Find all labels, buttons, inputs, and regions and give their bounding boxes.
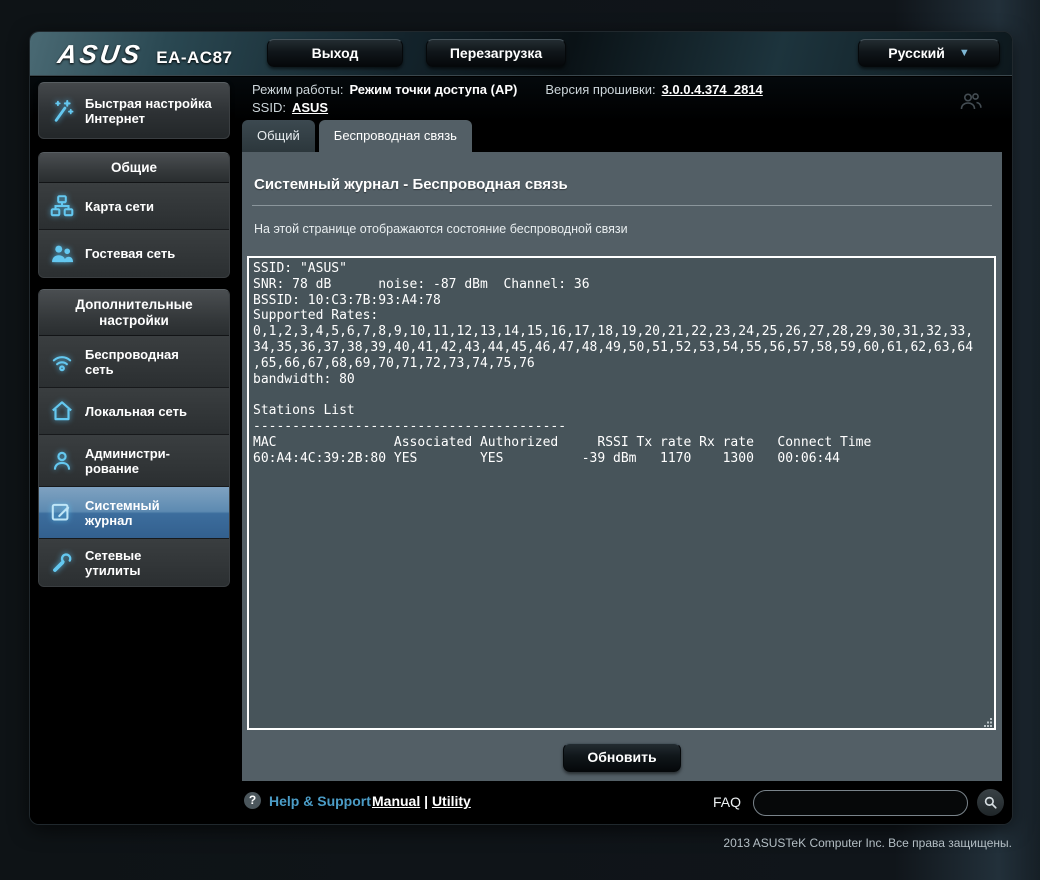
mode-row: Режим работы: Режим точки доступа (AP) Вер… — [252, 82, 763, 97]
faq-label: FAQ — [713, 794, 742, 810]
tab-bar: Общий Беспроводная связь — [242, 120, 472, 152]
sidebar-item-system-log[interactable]: Системный журнал — [39, 487, 229, 539]
ssid-row: SSID: ASUS — [252, 100, 328, 115]
header-band: ASUS EA-AC87 Выход Перезагрузка Русский … — [30, 32, 1012, 76]
sidebar-item-label: Гостевая сеть — [85, 246, 176, 261]
page-description: На этой странице отображаются состояние … — [254, 222, 628, 236]
sidebar-group-advanced: Дополнительные настройки Беспроводная се… — [38, 289, 230, 587]
group-title-general: Общие — [39, 153, 229, 183]
sidebar-item-label: Карта сети — [85, 198, 154, 214]
help-support-link[interactable]: Help & Support — [269, 793, 371, 809]
clients-icon[interactable] — [958, 91, 984, 113]
firmware-label: Версия прошивки: — [545, 82, 656, 97]
sidebar-item-network-map[interactable]: Карта сети — [39, 183, 229, 230]
language-value: Русский — [888, 45, 945, 61]
sidebar: Быстрая настройка Интернет Общие Карта с… — [38, 82, 230, 587]
question-icon: ? — [244, 792, 261, 809]
log-text: SSID: "ASUS" SNR: 78 dB noise: -87 dBm C… — [253, 261, 974, 466]
sidebar-item-label: Сетевые утилиты — [85, 547, 142, 578]
page-title: Системный журнал - Беспроводная связь — [254, 176, 568, 193]
brand-area: ASUS EA-AC87 — [55, 39, 233, 70]
log-textarea[interactable]: SSID: "ASUS" SNR: 78 dB noise: -87 dBm C… — [247, 256, 996, 730]
admin-icon — [39, 448, 85, 474]
wrench-icon — [39, 550, 85, 576]
title-divider — [252, 205, 992, 206]
language-select[interactable]: Русский ▼ — [858, 39, 1000, 67]
ssid-label: SSID: — [252, 100, 286, 115]
sidebar-item-network-tools[interactable]: Сетевые утилиты — [39, 539, 229, 586]
mode-label: Режим работы: — [252, 82, 344, 97]
page: { "header": { "brand": "ASUS", "model": … — [0, 0, 1040, 880]
home-icon — [39, 398, 85, 424]
chevron-down-icon: ▼ — [958, 47, 970, 59]
link-separator: | — [424, 793, 429, 809]
syslog-icon — [39, 500, 85, 526]
router-admin-window: ASUS EA-AC87 Выход Перезагрузка Русский … — [30, 32, 1012, 824]
sidebar-item-lan[interactable]: Локальная сеть — [39, 388, 229, 435]
tab-general[interactable]: Общий — [242, 120, 315, 152]
faq-search-button[interactable] — [977, 789, 1004, 816]
quick-setup-label: Быстрая настройка Интернет — [85, 95, 212, 126]
active-item-arrow — [229, 500, 230, 526]
wireless-icon — [39, 349, 85, 375]
group-title-advanced: Дополнительные настройки — [39, 290, 229, 336]
sidebar-item-wireless[interactable]: Беспроводная сеть — [39, 336, 229, 388]
mode-value: Режим точки доступа (AP) — [349, 82, 518, 97]
sidebar-item-label: Беспроводная сеть — [85, 346, 179, 377]
search-icon — [984, 796, 997, 809]
asus-logo: ASUS — [55, 39, 145, 69]
content-panel: Системный журнал - Беспроводная связь На… — [242, 152, 1002, 781]
sidebar-item-guest-network[interactable]: Гостевая сеть — [39, 230, 229, 277]
sidebar-item-label: Локальная сеть — [85, 403, 187, 419]
quick-setup-button[interactable]: Быстрая настройка Интернет — [38, 82, 230, 139]
window-footer: ? Help & Support Manual | Utility FAQ — [30, 781, 1012, 824]
resize-grip-icon[interactable] — [983, 717, 993, 727]
model-label: EA-AC87 — [156, 48, 233, 67]
sitemap-icon — [39, 193, 85, 219]
reboot-button[interactable]: Перезагрузка — [426, 39, 566, 67]
refresh-button[interactable]: Обновить — [563, 743, 681, 772]
wand-icon — [39, 97, 85, 125]
tab-wireless[interactable]: Беспроводная связь — [318, 120, 472, 152]
firmware-link[interactable]: 3.0.0.4.374_2814 — [662, 82, 763, 97]
copyright: 2013 ASUSTeK Computer Inc. Все права защ… — [723, 836, 1012, 850]
sidebar-group-general: Общие Карта сети Гостевая сеть — [38, 152, 230, 278]
sidebar-item-label: Администри-рование — [85, 445, 170, 476]
faq-search-input[interactable] — [753, 790, 968, 816]
ssid-link[interactable]: ASUS — [292, 100, 328, 115]
sidebar-item-administration[interactable]: Администри-рование — [39, 435, 229, 487]
logout-button[interactable]: Выход — [267, 39, 403, 67]
sidebar-item-label: Системный журнал — [85, 497, 160, 528]
manual-link[interactable]: Manual — [372, 793, 420, 809]
utility-link[interactable]: Utility — [432, 793, 471, 809]
doc-links: Manual | Utility — [372, 793, 471, 809]
guest-network-icon — [39, 241, 85, 267]
